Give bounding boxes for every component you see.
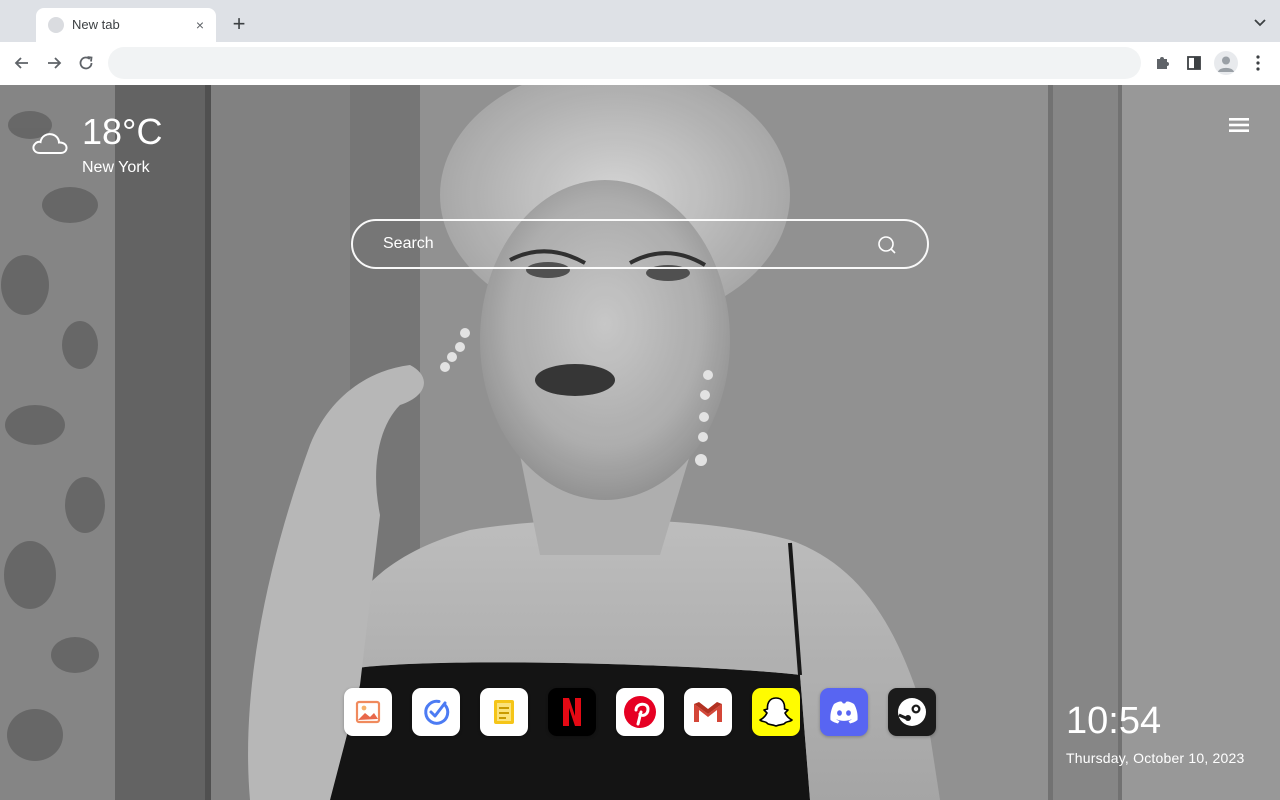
profile-person-icon bbox=[1218, 56, 1234, 72]
search-input[interactable] bbox=[353, 221, 927, 267]
extensions-icon[interactable] bbox=[1151, 52, 1173, 74]
search-box[interactable] bbox=[351, 219, 929, 269]
weather-temperature: 18°C bbox=[82, 111, 163, 152]
clock-time: 10:54 bbox=[1066, 700, 1162, 742]
gmail-icon bbox=[694, 702, 722, 722]
steam-icon bbox=[898, 698, 926, 726]
new-tab-page: 18°C New York Search 10:54 Thursday, Oct… bbox=[0, 85, 1280, 800]
tasks-icon bbox=[424, 699, 450, 725]
photos-icon bbox=[355, 700, 381, 724]
app-notes[interactable] bbox=[480, 688, 528, 736]
notes-icon bbox=[494, 700, 514, 724]
discord-icon bbox=[830, 701, 858, 724]
address-bar[interactable] bbox=[108, 47, 1141, 79]
cloud-icon bbox=[32, 133, 68, 154]
browser-toolbar bbox=[0, 42, 1280, 86]
browser-menu-icon[interactable] bbox=[1247, 52, 1269, 74]
app-discord[interactable] bbox=[820, 688, 868, 736]
weather-city: New York bbox=[82, 159, 150, 176]
tab-new-tab[interactable]: New tab × bbox=[36, 8, 216, 42]
clock-date: Thursday, October 10, 2023 bbox=[1066, 750, 1245, 766]
reload-icon[interactable] bbox=[75, 52, 97, 74]
app-photos[interactable] bbox=[344, 688, 392, 736]
tab-favicon-icon bbox=[48, 17, 64, 33]
app-netflix[interactable] bbox=[548, 688, 596, 736]
pinterest-icon bbox=[624, 696, 656, 728]
hamburger-menu-icon[interactable] bbox=[1228, 115, 1250, 135]
new-tab-button[interactable]: + bbox=[226, 12, 252, 38]
clock-widget: 10:54 Thursday, October 10, 2023 bbox=[1066, 700, 1244, 766]
netflix-icon bbox=[563, 698, 581, 726]
tab-strip: New tab × + bbox=[0, 0, 1280, 42]
app-snapchat[interactable] bbox=[752, 688, 800, 736]
snapchat-icon bbox=[759, 697, 793, 727]
back-icon[interactable] bbox=[11, 52, 33, 74]
app-tasks[interactable] bbox=[412, 688, 460, 736]
forward-icon[interactable] bbox=[43, 52, 65, 74]
app-pinterest[interactable] bbox=[616, 688, 664, 736]
tab-search-chevron-icon[interactable] bbox=[1252, 14, 1268, 30]
tab-title: New tab bbox=[72, 17, 120, 32]
profile-avatar[interactable] bbox=[1214, 51, 1238, 75]
app-gmail[interactable] bbox=[684, 688, 732, 736]
app-steam[interactable] bbox=[888, 688, 936, 736]
side-panel-icon[interactable] bbox=[1183, 52, 1205, 74]
search-icon[interactable] bbox=[877, 235, 897, 255]
tab-close-icon[interactable]: × bbox=[192, 17, 208, 33]
